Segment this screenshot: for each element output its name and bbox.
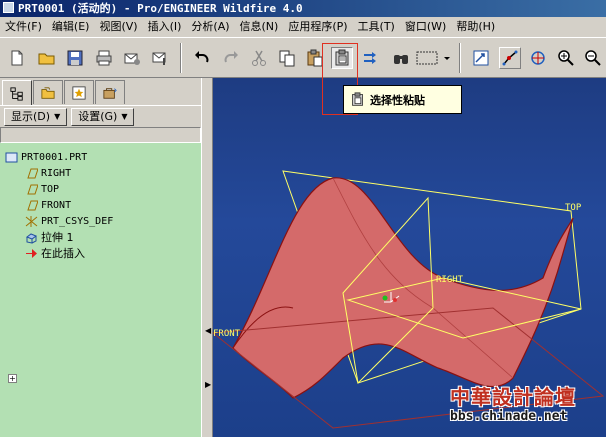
regenerate-icon[interactable]	[360, 47, 382, 69]
datum-plane-icon	[24, 183, 38, 196]
app-icon	[3, 2, 14, 13]
tree-item-insert-here[interactable]: 在此插入	[24, 246, 85, 261]
connections-icon	[103, 87, 117, 99]
menu-tools[interactable]: 工具(T)	[353, 17, 400, 37]
navigator-panel: 显示(D) ▼ 设置(G) ▼ PRT0001.PRT RIGHT TOP FRON…	[0, 78, 201, 437]
tree-item-top[interactable]: TOP	[24, 182, 59, 197]
main-toolbar	[0, 37, 606, 78]
show-label: 显示(D)	[11, 109, 51, 123]
collapse-left-icon[interactable]: ◀	[205, 326, 211, 336]
dropdown-arrow-icon[interactable]	[442, 47, 452, 69]
tree-item-label: PRT_CSYS_DEF	[41, 216, 114, 227]
csys-icon	[24, 215, 38, 228]
menu-help[interactable]: 帮助(H)	[451, 17, 500, 37]
expand-toggle-icon[interactable]: +	[8, 374, 17, 383]
tree-item-right[interactable]: RIGHT	[24, 166, 71, 181]
datum-plane-icon	[24, 199, 38, 212]
tab-folder-browser[interactable]	[33, 80, 63, 104]
new-file-icon[interactable]	[6, 47, 28, 69]
tree-item-label: 拉伸 1	[41, 231, 74, 244]
csys-marker	[393, 298, 397, 302]
watermark: 中華設計論壇 bbs.chinade.net	[446, 379, 603, 434]
tab-favorites[interactable]	[64, 80, 94, 104]
redo-icon[interactable]	[220, 47, 242, 69]
tooltip: 选择性粘贴	[343, 85, 462, 114]
navigator-toolbar: 显示(D) ▼ 设置(G) ▼	[0, 105, 201, 127]
extruded-surface	[232, 177, 574, 399]
mail-attach-icon[interactable]	[149, 47, 171, 69]
tree-item-label: PRT0001.PRT	[21, 152, 88, 163]
label-front: FRONT	[213, 329, 241, 339]
tooltip-text: 选择性粘贴	[370, 93, 425, 107]
panel-header-strip	[0, 127, 201, 143]
menu-window[interactable]: 窗口(W)	[400, 17, 451, 37]
redraw-icon[interactable]	[470, 47, 492, 69]
label-top: TOP	[565, 203, 582, 213]
tree-item-label: RIGHT	[41, 168, 72, 179]
undo-icon[interactable]	[191, 47, 213, 69]
send-mail-icon[interactable]	[121, 47, 143, 69]
chevron-down-icon: ▼	[54, 111, 61, 121]
title-bar: PRT0001 (活动的) - Pro/ENGINEER Wildfire 4.…	[0, 0, 606, 17]
open-folder-icon[interactable]	[36, 47, 58, 69]
menu-applications[interactable]: 应用程序(P)	[283, 17, 352, 37]
panel-splitter[interactable]: ◀ ▶	[201, 78, 213, 437]
favorites-icon	[72, 85, 86, 100]
tree-item-extrude[interactable]: 拉伸 1	[24, 230, 74, 245]
selection-box-icon[interactable]	[414, 47, 442, 69]
menu-edit[interactable]: 编辑(E)	[47, 17, 95, 37]
tab-connections[interactable]	[95, 80, 125, 104]
tree-item-part[interactable]: PRT0001.PRT	[4, 150, 87, 165]
model-tree: PRT0001.PRT RIGHT TOP FRONT PRT_CSYS_DEF…	[0, 143, 201, 437]
watermark-url: bbs.chinade.net	[450, 409, 568, 424]
show-dropdown[interactable]: 显示(D) ▼	[4, 107, 68, 126]
menu-view[interactable]: 视图(V)	[94, 17, 142, 37]
tree-item-front[interactable]: FRONT	[24, 198, 71, 213]
tree-item-label: FRONT	[41, 200, 72, 211]
menu-analysis[interactable]: 分析(A)	[186, 17, 234, 37]
window-title: PRT0001 (活动的) - Pro/ENGINEER Wildfire 4.…	[18, 2, 303, 15]
tree-item-label: TOP	[41, 184, 60, 195]
extrude-icon	[24, 231, 38, 244]
save-icon[interactable]	[64, 47, 86, 69]
print-icon[interactable]	[93, 47, 115, 69]
tab-model-tree[interactable]	[2, 80, 32, 106]
menu-info[interactable]: 信息(N)	[235, 17, 284, 37]
tree-item-label: 在此插入	[41, 247, 85, 260]
insert-arrow-icon	[24, 247, 38, 260]
cut-icon[interactable]	[248, 47, 270, 69]
watermark-title: 中華設計論壇	[450, 385, 576, 409]
label-right: RIGHT	[436, 275, 464, 285]
orient-mode-icon[interactable]	[527, 47, 549, 69]
tree-item-csys[interactable]: PRT_CSYS_DEF	[24, 214, 113, 229]
folder-browser-icon	[41, 86, 55, 99]
settings-dropdown[interactable]: 设置(G) ▼	[71, 107, 135, 126]
chevron-down-icon: ▼	[121, 111, 128, 121]
zoom-in-icon[interactable]	[555, 47, 577, 69]
settings-label: 设置(G)	[78, 109, 118, 123]
paste-special-icon	[352, 92, 363, 106]
navigator-tabs	[2, 80, 126, 106]
find-icon[interactable]	[390, 47, 412, 69]
zoom-out-icon[interactable]	[582, 47, 604, 69]
csys-origin	[382, 295, 388, 301]
datum-plane-icon	[24, 167, 38, 180]
copy-icon[interactable]	[276, 47, 298, 69]
expand-right-icon[interactable]: ▶	[205, 380, 211, 390]
menu-insert[interactable]: 插入(I)	[143, 17, 187, 37]
menu-bar: 文件(F) 编辑(E) 视图(V) 插入(I) 分析(A) 信息(N) 应用程序…	[0, 17, 606, 37]
part-icon	[4, 151, 18, 164]
model-tree-icon	[10, 86, 23, 101]
menu-file[interactable]: 文件(F)	[0, 17, 47, 37]
spin-center-icon[interactable]	[499, 47, 521, 69]
